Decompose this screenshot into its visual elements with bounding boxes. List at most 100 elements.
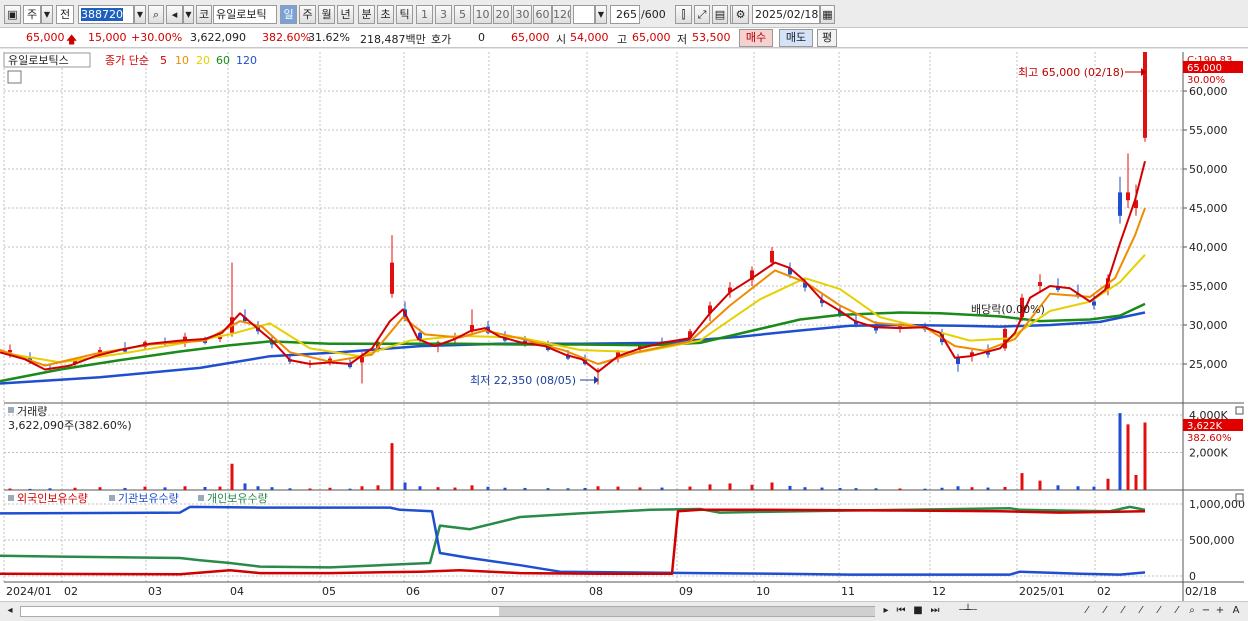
chevron-down-icon[interactable]: ▼ [41, 5, 53, 24]
candle-icon[interactable]: ⫿ [675, 5, 692, 24]
volume-bar [328, 487, 332, 490]
prev-button[interactable]: 전 [56, 5, 74, 24]
volume-bar [1126, 424, 1130, 490]
stock-chart[interactable]: 25,000 30,000 35,000 40,000 45,000 50,000 55,0… [0, 49, 1248, 601]
layout-icon[interactable]: ▣ [4, 5, 21, 24]
timeline-icon[interactable]: ┄┴┄ [950, 605, 986, 617]
search-icon[interactable]: ⌕ [148, 5, 164, 24]
y-tick-label: 60,000 [1189, 85, 1228, 98]
avg-button[interactable]: 평 [817, 29, 837, 47]
turnover-rate: 31.62% [308, 31, 350, 44]
text-size-icon[interactable]: A [1230, 605, 1242, 617]
x-tick-label: 08 [589, 585, 603, 598]
scroll-left-icon[interactable]: ◂ [4, 605, 16, 617]
fx-icon-5[interactable]: ⁄ [1152, 605, 1166, 617]
interval-120[interactable]: 120 [552, 5, 571, 24]
volume-bar [874, 488, 878, 490]
fx-icon-3[interactable]: ⁄ [1116, 605, 1130, 617]
volume-panel-icon[interactable] [8, 407, 14, 413]
volume-bar [270, 487, 274, 490]
volume-bar [546, 488, 550, 490]
low-label: 저 [677, 33, 688, 46]
horizontal-scrollbar[interactable] [20, 606, 875, 617]
x-tick-label: 05 [322, 585, 336, 598]
fx-icon-4[interactable]: ⁄ [1134, 605, 1148, 617]
period-day[interactable]: 일 [280, 5, 297, 24]
line-tool-icon[interactable]: ⤢ [694, 5, 710, 24]
fx-icon-6[interactable]: ⁄ [1170, 605, 1184, 617]
chevron-down-icon[interactable]: ▼ [134, 5, 146, 24]
volume-bar [803, 487, 807, 490]
candle-body [956, 357, 960, 364]
speaker-icon[interactable]: ◂ [166, 5, 183, 24]
calendar-icon[interactable]: ▦ [820, 5, 835, 24]
save-icon[interactable]: ▤ [712, 5, 728, 24]
plus-icon[interactable]: + [1214, 605, 1226, 617]
rewind-icon[interactable]: ⏮ [894, 605, 908, 617]
interval-30[interactable]: 30 [513, 5, 532, 24]
period-month[interactable]: 월 [318, 5, 335, 24]
y-tick-label: 50,000 [1189, 163, 1228, 176]
hoga-value: 0 [478, 31, 485, 44]
volume-bar [288, 488, 292, 490]
fx-icon-1[interactable]: ⁄ [1080, 605, 1094, 617]
high-price: 65,000 [632, 31, 671, 44]
volume-bar [1076, 486, 1080, 490]
volume-bar [1092, 486, 1096, 490]
interval-3[interactable]: 3 [435, 5, 452, 24]
ma-legend-10: 10 [175, 54, 189, 67]
grid-table-icon[interactable] [7, 70, 22, 84]
x-tick-label: 02/18 [1185, 585, 1217, 598]
stop-icon[interactable]: ■ [911, 605, 925, 617]
volume-bar [503, 487, 507, 490]
individual-holdings-legend: 개인보유수량 [207, 492, 268, 505]
period-minute[interactable]: 분 [358, 5, 375, 24]
fx-icon-2[interactable]: ⁄ [1098, 605, 1112, 617]
y-tick-label: 55,000 [1189, 124, 1228, 137]
scrollbar-thumb[interactable] [499, 607, 875, 616]
stock-name: 유일로보틱 [213, 5, 277, 24]
interval-20[interactable]: 20 [493, 5, 512, 24]
volume-bar [566, 488, 570, 490]
x-tick-label: 12 [932, 585, 946, 598]
stock-code-input[interactable]: 388720 [78, 5, 134, 24]
period-tick[interactable]: 틱 [396, 5, 413, 24]
volume-bar [256, 486, 260, 490]
sell-button[interactable]: 매도 [779, 29, 813, 47]
x-tick-label: 02 [64, 585, 78, 598]
scroll-right-icon[interactable]: ▸ [880, 605, 892, 617]
up-arrow-icon: 🡅 [66, 33, 78, 46]
volume-bar [838, 487, 842, 490]
count-input[interactable]: 265 [610, 5, 640, 24]
minus-icon[interactable]: − [1200, 605, 1212, 617]
volume-title: 거래량 [17, 405, 47, 418]
gear-icon[interactable]: ⚙ [732, 5, 749, 24]
high-annotation: 최고 65,000 (02/18) [1018, 66, 1124, 79]
buy-button[interactable]: 매수 [739, 29, 773, 47]
chevron-down-icon[interactable]: ▼ [595, 5, 607, 24]
ask-price: 65,000 [511, 31, 550, 44]
volume-bar [376, 485, 380, 490]
volume-bar [523, 487, 527, 490]
volume-bar [163, 487, 167, 490]
volume-bar [708, 484, 712, 490]
interval-60[interactable]: 60 [533, 5, 552, 24]
interval-10[interactable]: 10 [473, 5, 492, 24]
period-week[interactable]: 주 [299, 5, 316, 24]
x-tick-label: 02 [1097, 585, 1111, 598]
volume-close-icon[interactable] [1235, 406, 1244, 415]
custom-interval-input[interactable] [573, 5, 595, 24]
period-year[interactable]: 년 [337, 5, 354, 24]
date-input[interactable]: 2025/02/18 [752, 5, 820, 24]
volume-bar [390, 443, 394, 490]
volume-bar [1038, 480, 1042, 490]
zoom-icon[interactable]: ⌕ [1186, 605, 1198, 617]
holdings-close-icon[interactable] [1235, 493, 1244, 502]
interval-1[interactable]: 1 [416, 5, 433, 24]
chevron-down-icon[interactable]: ▼ [183, 5, 194, 24]
interval-5[interactable]: 5 [454, 5, 471, 24]
forward-icon[interactable]: ⏭ [928, 605, 942, 617]
period-second[interactable]: 초 [377, 5, 394, 24]
market-select[interactable]: 주 [23, 5, 41, 24]
volume-bar [788, 485, 792, 490]
